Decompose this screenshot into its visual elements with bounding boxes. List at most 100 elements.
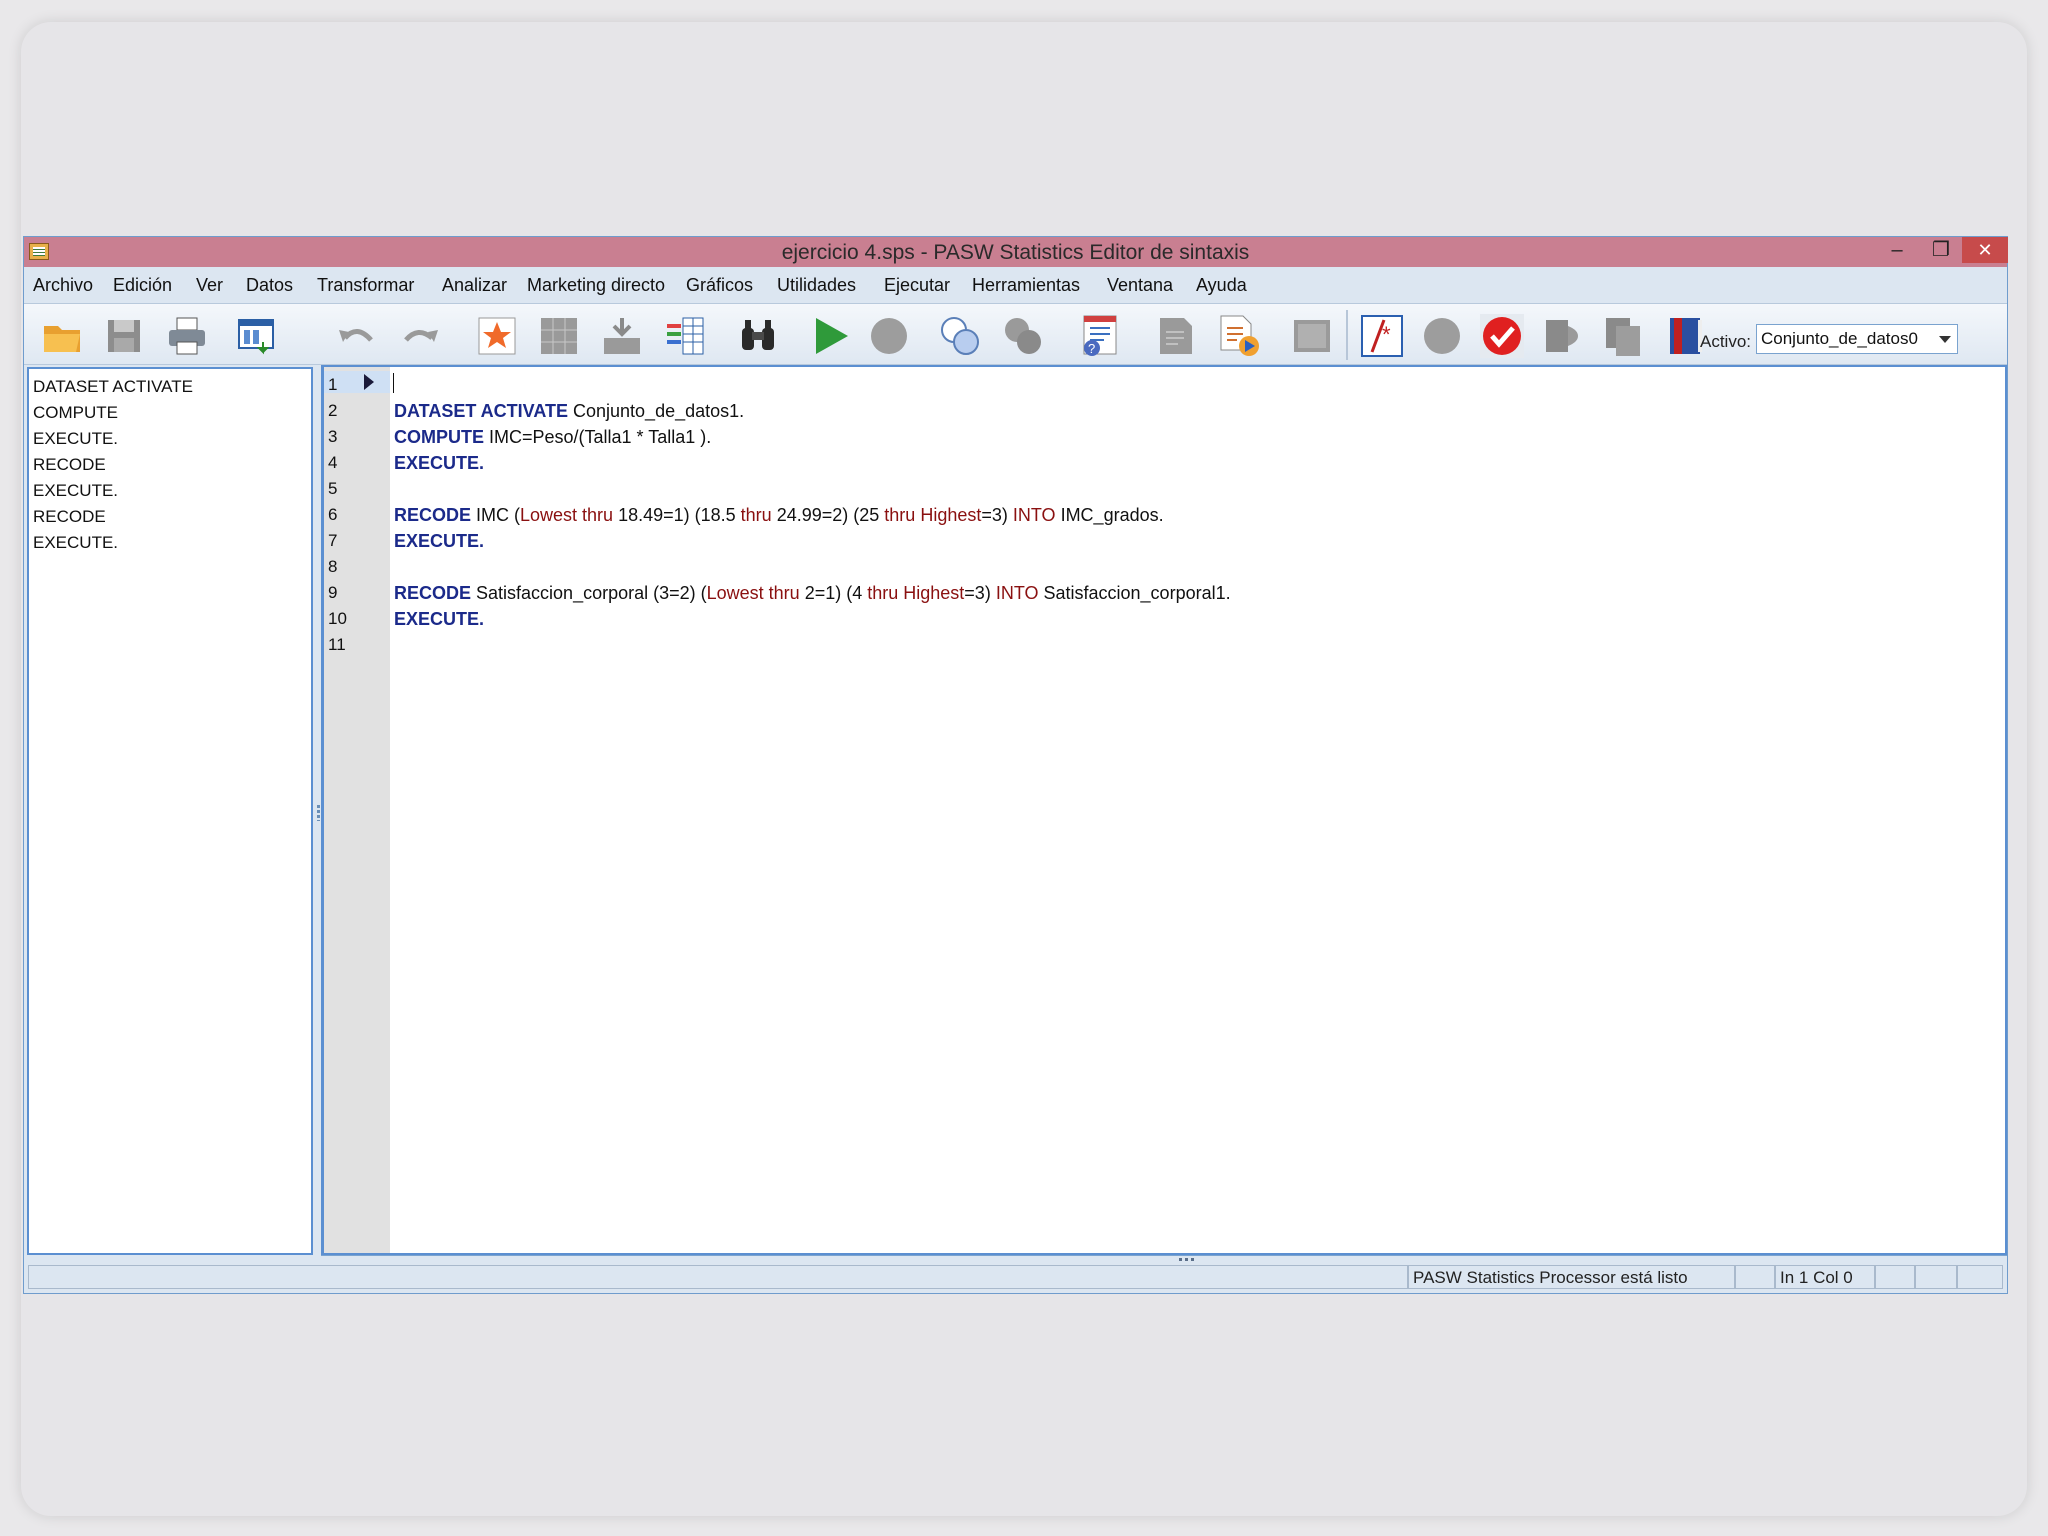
nav-item-execute[interactable]: EXECUTE.: [33, 533, 118, 553]
splitter-grip: [1179, 1258, 1197, 1261]
nav-item-recode[interactable]: RECODE: [33, 507, 106, 527]
open-folder-icon[interactable]: [40, 314, 84, 358]
code-line[interactable]: EXECUTE.: [394, 453, 484, 474]
menu-utilidades[interactable]: Utilidades: [777, 275, 856, 296]
svg-text:?: ?: [1088, 341, 1095, 356]
active-dataset-select[interactable]: Conjunto_de_datos0: [1756, 324, 1958, 354]
nav-item-execute[interactable]: EXECUTE.: [33, 481, 118, 501]
menu-herramientas[interactable]: Herramientas: [972, 275, 1080, 296]
status-cell-empty: [1957, 1265, 2003, 1289]
dialog-recall-icon[interactable]: [235, 314, 279, 358]
status-cell-empty: [1735, 1265, 1775, 1289]
processor-status: PASW Statistics Processor está listo: [1408, 1265, 1735, 1289]
menu-datos[interactable]: Datos: [246, 275, 293, 296]
menu-ayuda[interactable]: Ayuda: [1196, 275, 1247, 296]
code-token: Lowest thru: [706, 583, 800, 603]
variables-icon[interactable]: [663, 314, 707, 358]
find-icon[interactable]: [736, 314, 780, 358]
code-token: COMPUTE: [394, 427, 484, 447]
doc-arrow-icon[interactable]: [1217, 314, 1261, 358]
code-token: INTO: [995, 583, 1039, 603]
code-line[interactable]: EXECUTE.: [394, 609, 484, 630]
code-line[interactable]: DATASET ACTIVATE Conjunto_de_datos1.: [394, 401, 744, 422]
circles-icon[interactable]: [938, 314, 982, 358]
line-number: 9: [328, 583, 338, 602]
code-token: 24.99=2) (25: [771, 505, 885, 525]
code-token: Satisfaccion_corporal1.: [1038, 583, 1231, 603]
menu-marketing-directo[interactable]: Marketing directo: [527, 275, 665, 296]
toolbar-separator: [1346, 310, 1348, 360]
chevron-down-icon: [1939, 336, 1951, 343]
code-token: thru Highest: [867, 583, 965, 603]
goto-case-icon[interactable]: [475, 314, 519, 358]
close-button[interactable]: ✕: [1962, 237, 2008, 263]
status-cell-empty: [1875, 1265, 1915, 1289]
undo-icon[interactable]: [335, 314, 379, 358]
menu-analizar[interactable]: Analizar: [442, 275, 507, 296]
minimize-button[interactable]: –: [1876, 237, 1918, 263]
grey-pages-icon[interactable]: [1602, 314, 1646, 358]
line-number: 2: [328, 401, 338, 420]
run-icon[interactable]: [808, 314, 852, 358]
grey-doc-icon[interactable]: [1154, 314, 1198, 358]
status-cell-empty: [1915, 1265, 1957, 1289]
menu-ver[interactable]: Ver: [196, 275, 223, 296]
status-cell-empty: [28, 1265, 1408, 1289]
code-token: Lowest thru: [520, 505, 614, 525]
breakpoint-icon[interactable]: [1420, 314, 1464, 358]
code-line[interactable]: RECODE Satisfaccion_corporal (3=2) (Lowe…: [394, 583, 1231, 604]
code-line[interactable]: EXECUTE.: [394, 531, 484, 552]
code-token: Satisfaccion_corporal (3=2) (: [471, 583, 707, 603]
line-number: 4: [328, 453, 338, 472]
svg-text:*: *: [1382, 322, 1391, 347]
nav-item-dataset-activate[interactable]: DATASET ACTIVATE: [33, 377, 193, 397]
code-token: 2=1) (4: [799, 583, 868, 603]
status-bar: PASW Statistics Processor está listo In …: [24, 1263, 2007, 1291]
menu-archivo[interactable]: Archivo: [33, 275, 93, 296]
check-icon[interactable]: [1480, 314, 1524, 358]
restore-button[interactable]: ❐: [1920, 237, 1962, 263]
save-icon[interactable]: [102, 314, 146, 358]
stop-icon[interactable]: [867, 314, 911, 358]
code-token: Conjunto_de_datos1.: [568, 401, 745, 421]
code-line[interactable]: RECODE IMC (Lowest thru 18.49=1) (18.5 t…: [394, 505, 1164, 526]
code-token: =3): [981, 505, 1013, 525]
syntax-editor[interactable]: 1 2 3 4 5 6 7 8 9 10 11 DATASET ACTIVATE…: [321, 365, 2007, 1255]
nav-item-compute[interactable]: COMPUTE: [33, 403, 118, 423]
splitter-grip: [317, 805, 320, 821]
menu-bar: Archivo Edición Ver Datos Transformar An…: [24, 269, 2007, 303]
print-icon[interactable]: [165, 314, 209, 358]
redo-icon[interactable]: [398, 314, 442, 358]
goto-variable-icon[interactable]: [537, 314, 581, 358]
menu-ejecutar[interactable]: Ejecutar: [884, 275, 950, 296]
comment-icon[interactable]: *: [1360, 314, 1404, 358]
code-token: =3): [964, 583, 996, 603]
title-bar[interactable]: ejercicio 4.sps - PASW Statistics Editor…: [24, 237, 2008, 267]
grey-book-icon[interactable]: [1540, 314, 1584, 358]
code-token: RECODE: [394, 505, 472, 525]
code-token: EXECUTE.: [394, 609, 485, 629]
menu-ventana[interactable]: Ventana: [1107, 275, 1173, 296]
menu-edicion[interactable]: Edición: [113, 275, 172, 296]
grey-circles-icon[interactable]: [1001, 314, 1045, 358]
syntax-help-icon[interactable]: ?: [1078, 314, 1122, 358]
text-caret: [393, 373, 394, 393]
menu-graficos[interactable]: Gráficos: [686, 275, 753, 296]
active-dataset-value: Conjunto_de_datos0: [1761, 329, 1918, 348]
line-number: 7: [328, 531, 338, 550]
insert-case-icon[interactable]: [600, 314, 644, 358]
line-number: 5: [328, 479, 338, 498]
code-token: IMC=Peso/(Talla1 * Talla1 ).: [484, 427, 712, 447]
code-line[interactable]: COMPUTE IMC=Peso/(Talla1 * Talla1 ).: [394, 427, 711, 448]
code-token: thru Highest: [884, 505, 982, 525]
code-token: RECODE: [394, 583, 472, 603]
code-token: IMC_grados.: [1055, 505, 1164, 525]
window-title: ejercicio 4.sps - PASW Statistics Editor…: [781, 241, 1250, 264]
menu-transformar[interactable]: Transformar: [317, 275, 414, 296]
line-number: 11: [328, 635, 346, 654]
code-token: EXECUTE.: [394, 453, 485, 473]
nav-item-execute[interactable]: EXECUTE.: [33, 429, 118, 449]
grey-square-icon[interactable]: [1290, 314, 1334, 358]
current-line-arrow-icon: [364, 374, 374, 390]
nav-item-recode[interactable]: RECODE: [33, 455, 106, 475]
